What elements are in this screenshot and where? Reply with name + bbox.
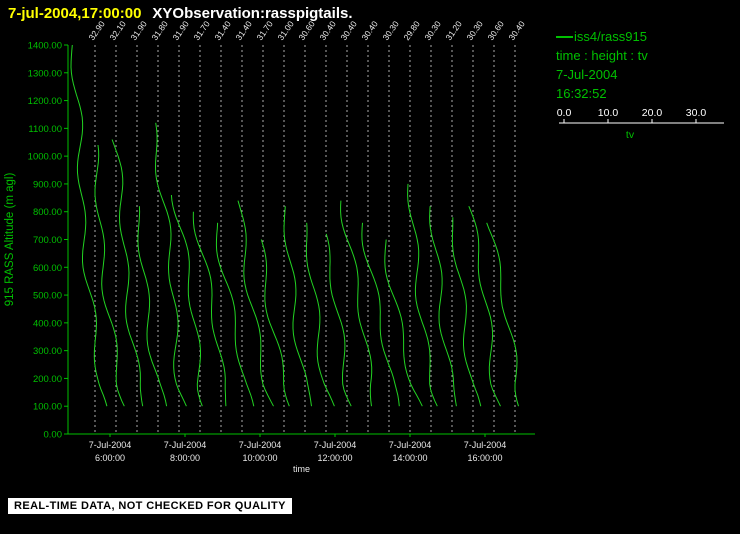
profile-top-label: 32.90 bbox=[86, 19, 107, 42]
profile-top-label: 30.60 bbox=[485, 19, 506, 42]
y-tick-label: 0.00 bbox=[44, 430, 63, 441]
tv-tick-label: 10.0 bbox=[598, 107, 619, 119]
rass-profile-trace bbox=[305, 222, 335, 407]
x-tick-date: 7-Jul-2004 bbox=[164, 440, 207, 450]
x-tick-date: 7-Jul-2004 bbox=[89, 440, 132, 450]
series-line-sample-icon bbox=[556, 36, 573, 38]
profile-top-label: 29.80 bbox=[401, 19, 422, 42]
profile-top-label: 30.30 bbox=[380, 19, 401, 42]
app-window: 0.00 100.00 200.00 300.00 400.00 500.00 600.00… bbox=[0, 0, 740, 534]
y-tick-label: 400.00 bbox=[33, 318, 62, 329]
y-tick-label: 1200.00 bbox=[28, 96, 62, 107]
x-tick-date: 7-Jul-2004 bbox=[389, 440, 432, 450]
profile-top-label: 31.40 bbox=[212, 19, 233, 42]
y-tick-label: 1400.00 bbox=[28, 41, 62, 52]
y-axis-title: 915 RASS Altitude (m agl) bbox=[4, 173, 16, 307]
x-tick-time: 16:00:00 bbox=[467, 453, 502, 463]
x-tick-date: 7-Jul-2004 bbox=[239, 440, 282, 450]
profile-top-label: 30.30 bbox=[464, 19, 485, 42]
profile-top-label: 31.70 bbox=[191, 19, 212, 42]
rass-profile-trace bbox=[260, 239, 290, 407]
rass-profile-trace bbox=[451, 217, 482, 407]
rass-profile-trace bbox=[137, 206, 168, 407]
y-tick-label: 700.00 bbox=[33, 235, 62, 246]
profile-top-label: 31.70 bbox=[254, 19, 275, 42]
profile-top-label: 30.40 bbox=[338, 19, 359, 42]
profile-top-label: 30.60 bbox=[296, 19, 317, 42]
title-bar: 7-jul-2004,17:00:00 XYObservation:rasspig… bbox=[8, 5, 353, 22]
profile-top-label: 31.40 bbox=[233, 19, 254, 42]
legend-series-row: iss4/rass915 bbox=[556, 27, 740, 46]
tv-axis-label: tv bbox=[626, 129, 635, 141]
rass-profile-trace bbox=[340, 200, 373, 407]
legend-panel: iss4/rass915 time : height : tv 7-Jul-20… bbox=[556, 27, 740, 145]
y-tick-label: 800.00 bbox=[33, 207, 62, 218]
rass-profile-trace bbox=[170, 194, 203, 407]
legend-axis-mapping: time : height : tv bbox=[556, 48, 648, 63]
rass-profile-trace bbox=[215, 222, 255, 407]
y-tick-label: 900.00 bbox=[33, 179, 62, 190]
profile-top-label: 30.40 bbox=[317, 19, 338, 42]
legend-date: 7-Jul-2004 bbox=[556, 67, 618, 82]
profile-top-label: 31.00 bbox=[275, 19, 296, 42]
tv-tick-label: 0.0 bbox=[557, 107, 572, 119]
rass-profile-trace bbox=[468, 206, 501, 407]
y-tick-label: 300.00 bbox=[33, 346, 62, 357]
profile-top-label: 32.10 bbox=[107, 19, 128, 42]
x-tick-date: 7-Jul-2004 bbox=[464, 440, 507, 450]
rass-profile-trace bbox=[94, 144, 125, 407]
profile-top-label: 31.90 bbox=[170, 19, 191, 42]
profile-top-label: 30.40 bbox=[359, 19, 380, 42]
y-tick-label: 500.00 bbox=[33, 291, 62, 302]
rass-profile-trace bbox=[384, 239, 423, 407]
rass-profile-trace bbox=[361, 222, 400, 407]
x-tick-time: 6:00:00 bbox=[95, 453, 125, 463]
x-axis-title: time bbox=[293, 464, 310, 474]
x-tick-time: 10:00:00 bbox=[242, 453, 277, 463]
profile-top-label: 31.80 bbox=[149, 19, 170, 42]
profile-top-label: 31.20 bbox=[443, 19, 464, 42]
x-tick-time: 14:00:00 bbox=[392, 453, 427, 463]
profile-top-label: 30.40 bbox=[506, 19, 527, 42]
x-tick-date: 7-Jul-2004 bbox=[314, 440, 357, 450]
x-tick-time: 12:00:00 bbox=[317, 453, 352, 463]
x-tick-time: 8:00:00 bbox=[170, 453, 200, 463]
legend-time: 16:32:52 bbox=[556, 86, 607, 101]
quality-notice: REAL-TIME DATA, NOT CHECKED FOR QUALITY bbox=[8, 498, 292, 514]
rass-profile-trace bbox=[154, 122, 187, 407]
title-datetime: 7-jul-2004,17:00:00 bbox=[8, 5, 142, 22]
y-tick-label: 1300.00 bbox=[28, 68, 62, 79]
tv-scale-axis: 0.0 10.0 20.0 30.0 tv bbox=[557, 107, 724, 141]
tv-tick-label: 20.0 bbox=[642, 107, 663, 119]
y-tick-label: 1100.00 bbox=[28, 124, 62, 135]
profile-top-label: 31.90 bbox=[128, 19, 149, 42]
profile-top-label: 30.30 bbox=[422, 19, 443, 42]
y-tick-label: 200.00 bbox=[33, 374, 62, 385]
legend-series-label: iss4/rass915 bbox=[574, 29, 647, 44]
y-tick-label: 600.00 bbox=[33, 263, 62, 274]
rass-profile-trace bbox=[486, 222, 519, 407]
title-observation: XYObservation:rasspigtails. bbox=[152, 5, 353, 22]
rass-profile-trace bbox=[407, 183, 438, 407]
y-tick-label: 1000.00 bbox=[28, 152, 62, 163]
rass-profile-trace bbox=[325, 233, 352, 407]
tv-tick-label: 30.0 bbox=[686, 107, 707, 119]
y-tick-label: 100.00 bbox=[33, 402, 62, 413]
